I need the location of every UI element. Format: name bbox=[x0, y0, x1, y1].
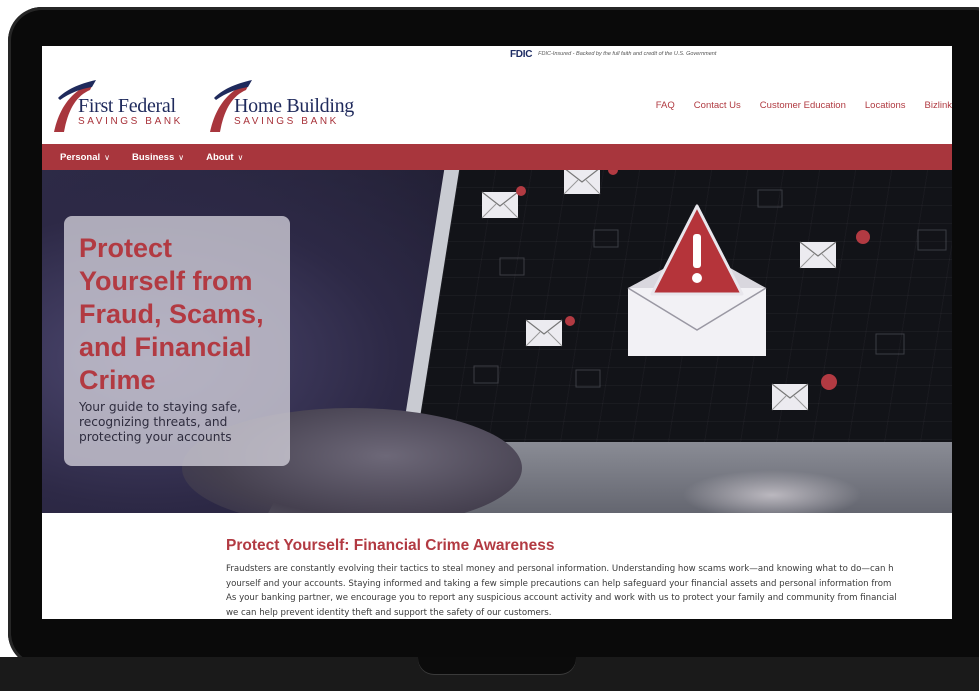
laptop-frame: FDIC FDIC-Insured - Backed by the full f… bbox=[0, 0, 979, 691]
browser-screen: FDIC FDIC-Insured - Backed by the full f… bbox=[42, 46, 952, 619]
envelope-icon bbox=[771, 374, 837, 411]
brand-subtitle: SAVINGS BANK bbox=[78, 116, 183, 127]
chevron-down-icon: ∨ bbox=[178, 152, 185, 162]
body-line: yourself and your accounts. Staying info… bbox=[226, 578, 892, 589]
fdic-logo: FDIC bbox=[510, 48, 533, 60]
envelope-icon bbox=[799, 230, 870, 269]
brand-subtitle: SAVINGS BANK bbox=[234, 116, 339, 127]
chevron-down-icon: ∨ bbox=[104, 152, 110, 162]
envelope-icon bbox=[563, 170, 618, 195]
fdic-statement: FDIC-Insured - Backed by the full faith … bbox=[538, 51, 717, 57]
content-section: Protect Yourself: Financial Crime Awaren… bbox=[226, 536, 952, 619]
hero-text-card: Protect Yourself from Fraud, Scams, and … bbox=[64, 216, 290, 466]
nav-link-locations[interactable]: Locations bbox=[865, 100, 906, 111]
nav-menu-label: Business bbox=[132, 151, 175, 163]
nav-menu-about[interactable]: About ∨ bbox=[206, 152, 243, 163]
envelope-icon bbox=[481, 186, 526, 219]
nav-menu-label: Personal bbox=[60, 151, 101, 163]
site-header: First Federal SAVINGS BANK Home Building… bbox=[42, 62, 952, 144]
nav-menu-business[interactable]: Business ∨ bbox=[132, 152, 184, 163]
first-federal-logo[interactable]: First Federal SAVINGS BANK bbox=[44, 78, 183, 134]
warning-triangle-icon bbox=[627, 204, 767, 356]
brand-name: Home Building bbox=[234, 95, 354, 117]
nav-link-contact-us[interactable]: Contact Us bbox=[694, 100, 741, 111]
section-body: Fraudsters are constantly evolving their… bbox=[226, 562, 952, 619]
nav-menu-personal[interactable]: Personal ∨ bbox=[60, 152, 110, 163]
nav-link-bizlink[interactable]: Bizlink bbox=[925, 100, 952, 111]
nav-link-faq[interactable]: FAQ bbox=[656, 100, 675, 111]
utility-nav: FAQ Contact Us Customer Education Locati… bbox=[656, 100, 952, 111]
brand-name: First Federal bbox=[78, 95, 176, 117]
envelope-icon bbox=[525, 316, 575, 347]
nav-menu-label: About bbox=[206, 151, 234, 163]
chevron-down-icon: ∨ bbox=[237, 152, 244, 162]
section-title: Protect Yourself: Financial Crime Awaren… bbox=[226, 537, 555, 554]
hero-banner: Protect Yourself from Fraud, Scams, and … bbox=[42, 170, 952, 513]
body-line: Fraudsters are constantly evolving their… bbox=[226, 564, 894, 574]
fdic-banner: FDIC FDIC-Insured - Backed by the full f… bbox=[42, 46, 952, 62]
main-nav-bar: Personal ∨ Business ∨ About ∨ bbox=[42, 144, 952, 170]
hero-subtitle: Your guide to staying safe, recognizing … bbox=[79, 400, 241, 444]
home-building-logo[interactable]: Home Building SAVINGS BANK bbox=[200, 78, 354, 134]
body-line: we can help prevent identity theft and s… bbox=[226, 607, 552, 618]
body-line: As your banking partner, we encourage yo… bbox=[226, 593, 897, 603]
hero-title: Protect Yourself from Fraud, Scams, and … bbox=[79, 233, 264, 395]
nav-link-customer-education[interactable]: Customer Education bbox=[760, 100, 846, 111]
laptop-hinge-notch bbox=[418, 657, 576, 674]
